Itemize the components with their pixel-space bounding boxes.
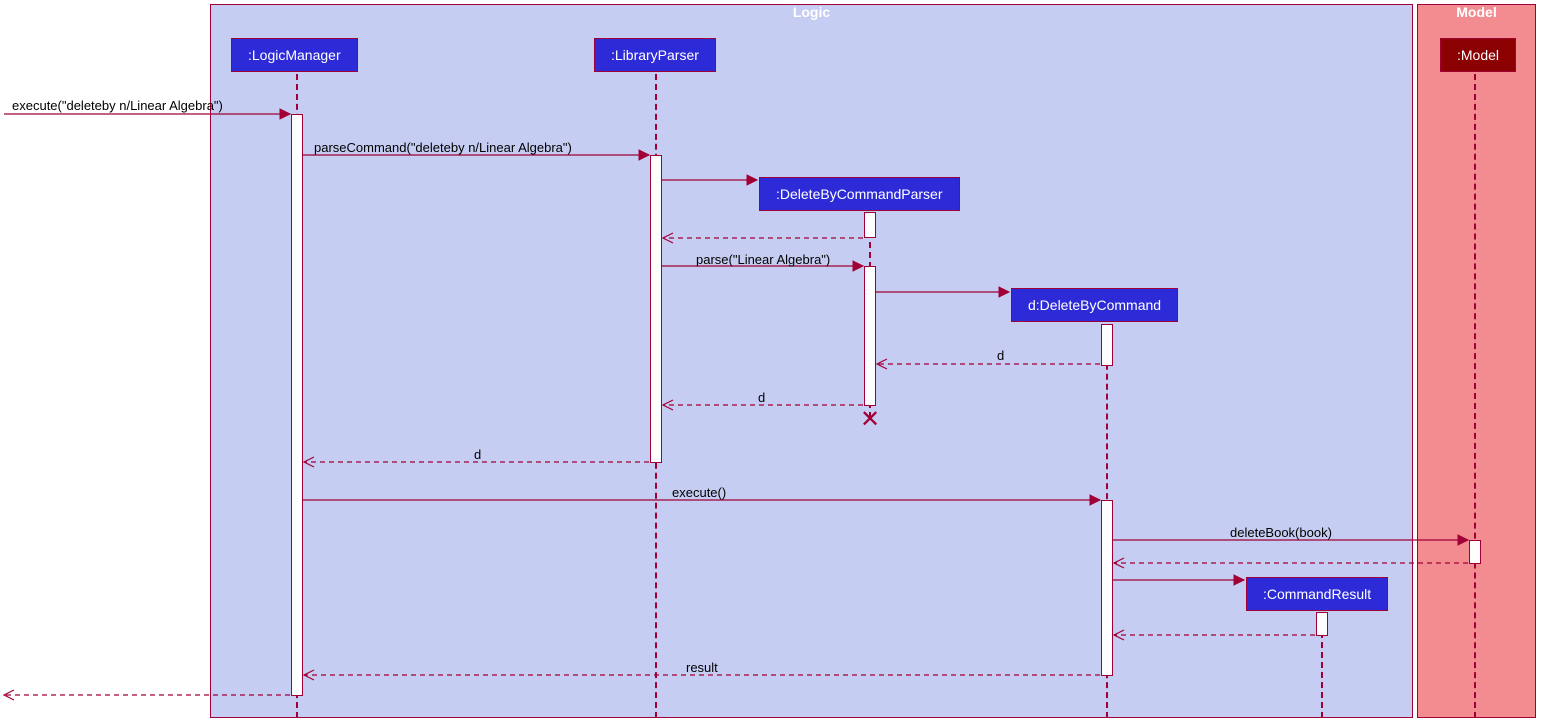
msg-result: result — [686, 660, 718, 675]
lifeline-model — [1474, 74, 1476, 718]
activation-deletebyparser-parse — [864, 266, 876, 406]
frame-model-label: Model — [1417, 4, 1536, 20]
frame-logic-label: Logic — [210, 4, 1413, 20]
frame-model — [1417, 4, 1536, 718]
participant-deleteby-command-parser: :DeleteByCommandParser — [759, 177, 960, 211]
activation-model — [1469, 540, 1481, 564]
msg-parse: parse("Linear Algebra") — [696, 252, 830, 267]
activation-deletebycommand-exec — [1101, 500, 1113, 676]
destroy-icon: ✕ — [858, 408, 882, 432]
participant-command-result: :CommandResult — [1246, 577, 1388, 611]
activation-deletebycommand-create — [1101, 324, 1113, 366]
participant-deleteby-command: d:DeleteByCommand — [1011, 288, 1178, 322]
activation-deletebyparser-create — [864, 212, 876, 238]
activation-command-result — [1316, 612, 1328, 636]
activation-library-parser — [650, 155, 662, 463]
msg-return-d1: d — [997, 348, 1004, 363]
msg-delete-book: deleteBook(book) — [1230, 525, 1332, 540]
activation-logic-manager — [291, 114, 303, 696]
msg-parse-command: parseCommand("deleteby n/Linear Algebra"… — [314, 140, 572, 155]
msg-exec-entry: execute("deleteby n/Linear Algebra") — [12, 98, 223, 113]
msg-return-d2: d — [758, 390, 765, 405]
msg-return-d3: d — [474, 447, 481, 462]
participant-logic-manager: :LogicManager — [231, 38, 358, 72]
participant-model: :Model — [1440, 38, 1516, 72]
msg-execute: execute() — [672, 485, 726, 500]
participant-library-parser: :LibraryParser — [594, 38, 716, 72]
frame-logic — [210, 4, 1413, 718]
